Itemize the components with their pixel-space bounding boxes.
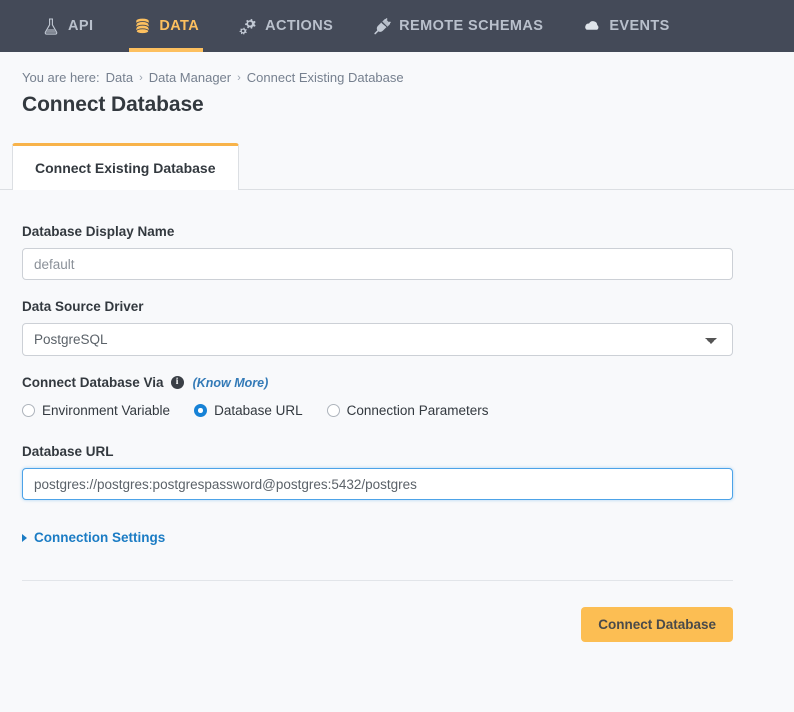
radio-dot[interactable] bbox=[326, 404, 340, 417]
connect-database-form: Database Display Name Data Source Driver… bbox=[0, 190, 794, 545]
cloud-icon bbox=[583, 17, 601, 35]
nav-item-events[interactable]: EVENTS bbox=[563, 0, 689, 52]
connect-via-radio-group: Environment Variable Database URL Connec… bbox=[22, 403, 772, 418]
database-display-name-input[interactable] bbox=[22, 248, 733, 280]
radio-label: Database URL bbox=[214, 403, 303, 418]
field-database-url: Database URL bbox=[22, 444, 772, 500]
database-url-input[interactable] bbox=[22, 468, 733, 500]
nav-item-label: DATA bbox=[159, 18, 200, 34]
radio-database-url[interactable]: Database URL bbox=[194, 403, 303, 418]
connection-settings-toggle[interactable]: Connection Settings bbox=[22, 530, 772, 545]
breadcrumb: You are here: Data › Data Manager › Conn… bbox=[0, 52, 794, 85]
breadcrumb-item-connect-existing-database: Connect Existing Database bbox=[246, 70, 404, 85]
field-data-source-driver: Data Source Driver PostgreSQL bbox=[22, 299, 772, 356]
tab-label: Connect Existing Database bbox=[35, 160, 216, 176]
database-icon bbox=[133, 17, 151, 35]
data-source-driver-label: Data Source Driver bbox=[22, 299, 144, 314]
caret-right-icon bbox=[22, 533, 27, 542]
radio-connection-parameters[interactable]: Connection Parameters bbox=[326, 403, 489, 418]
connect-via-label-text: Connect Database Via bbox=[22, 375, 164, 390]
top-navigation-bar: API DATA ACTIONS REMOTE SCHEMAS EVENTS bbox=[0, 0, 794, 52]
radio-dot-selected[interactable] bbox=[194, 404, 208, 417]
tab-connect-existing-database[interactable]: Connect Existing Database bbox=[12, 143, 239, 190]
page-title: Connect Database bbox=[22, 93, 204, 116]
breadcrumb-prefix: You are here: bbox=[22, 70, 100, 85]
radio-label: Connection Parameters bbox=[346, 403, 489, 418]
field-database-display-name: Database Display Name bbox=[22, 224, 772, 280]
nav-item-data[interactable]: DATA bbox=[113, 0, 219, 52]
radio-label: Environment Variable bbox=[42, 403, 171, 418]
breadcrumb-item-data-manager[interactable]: Data Manager bbox=[149, 70, 231, 85]
radio-environment-variable[interactable]: Environment Variable bbox=[22, 403, 170, 418]
nav-item-label: API bbox=[68, 18, 94, 34]
tab-bar: Connect Existing Database bbox=[0, 143, 794, 190]
database-url-label: Database URL bbox=[22, 444, 114, 459]
plug-icon bbox=[373, 17, 391, 35]
connect-database-via-label: Connect Database Via i (Know More) bbox=[22, 375, 772, 390]
breadcrumb-item-data[interactable]: Data bbox=[106, 70, 133, 85]
data-source-driver-select[interactable]: PostgreSQL bbox=[22, 323, 733, 356]
know-more-link[interactable]: (Know More) bbox=[193, 376, 269, 390]
nav-item-label: ACTIONS bbox=[265, 18, 334, 34]
nav-item-remote-schemas[interactable]: REMOTE SCHEMAS bbox=[353, 0, 563, 52]
form-actions: Connect Database bbox=[22, 581, 733, 642]
breadcrumb-separator-icon: › bbox=[139, 71, 143, 84]
breadcrumb-separator-icon: › bbox=[237, 71, 241, 84]
database-display-name-label: Database Display Name bbox=[22, 224, 175, 239]
flask-icon bbox=[42, 17, 60, 35]
nav-item-actions[interactable]: ACTIONS bbox=[219, 0, 353, 52]
connect-database-button[interactable]: Connect Database bbox=[581, 607, 733, 642]
nav-item-api[interactable]: API bbox=[22, 0, 113, 52]
nav-item-label: REMOTE SCHEMAS bbox=[399, 18, 544, 34]
connection-settings-label: Connection Settings bbox=[34, 530, 166, 545]
nav-item-label: EVENTS bbox=[609, 18, 670, 34]
info-icon[interactable]: i bbox=[170, 376, 184, 389]
radio-dot[interactable] bbox=[22, 404, 35, 417]
field-connect-database-via: Connect Database Via i (Know More) Envir… bbox=[22, 375, 772, 418]
cogs-icon bbox=[239, 17, 257, 35]
